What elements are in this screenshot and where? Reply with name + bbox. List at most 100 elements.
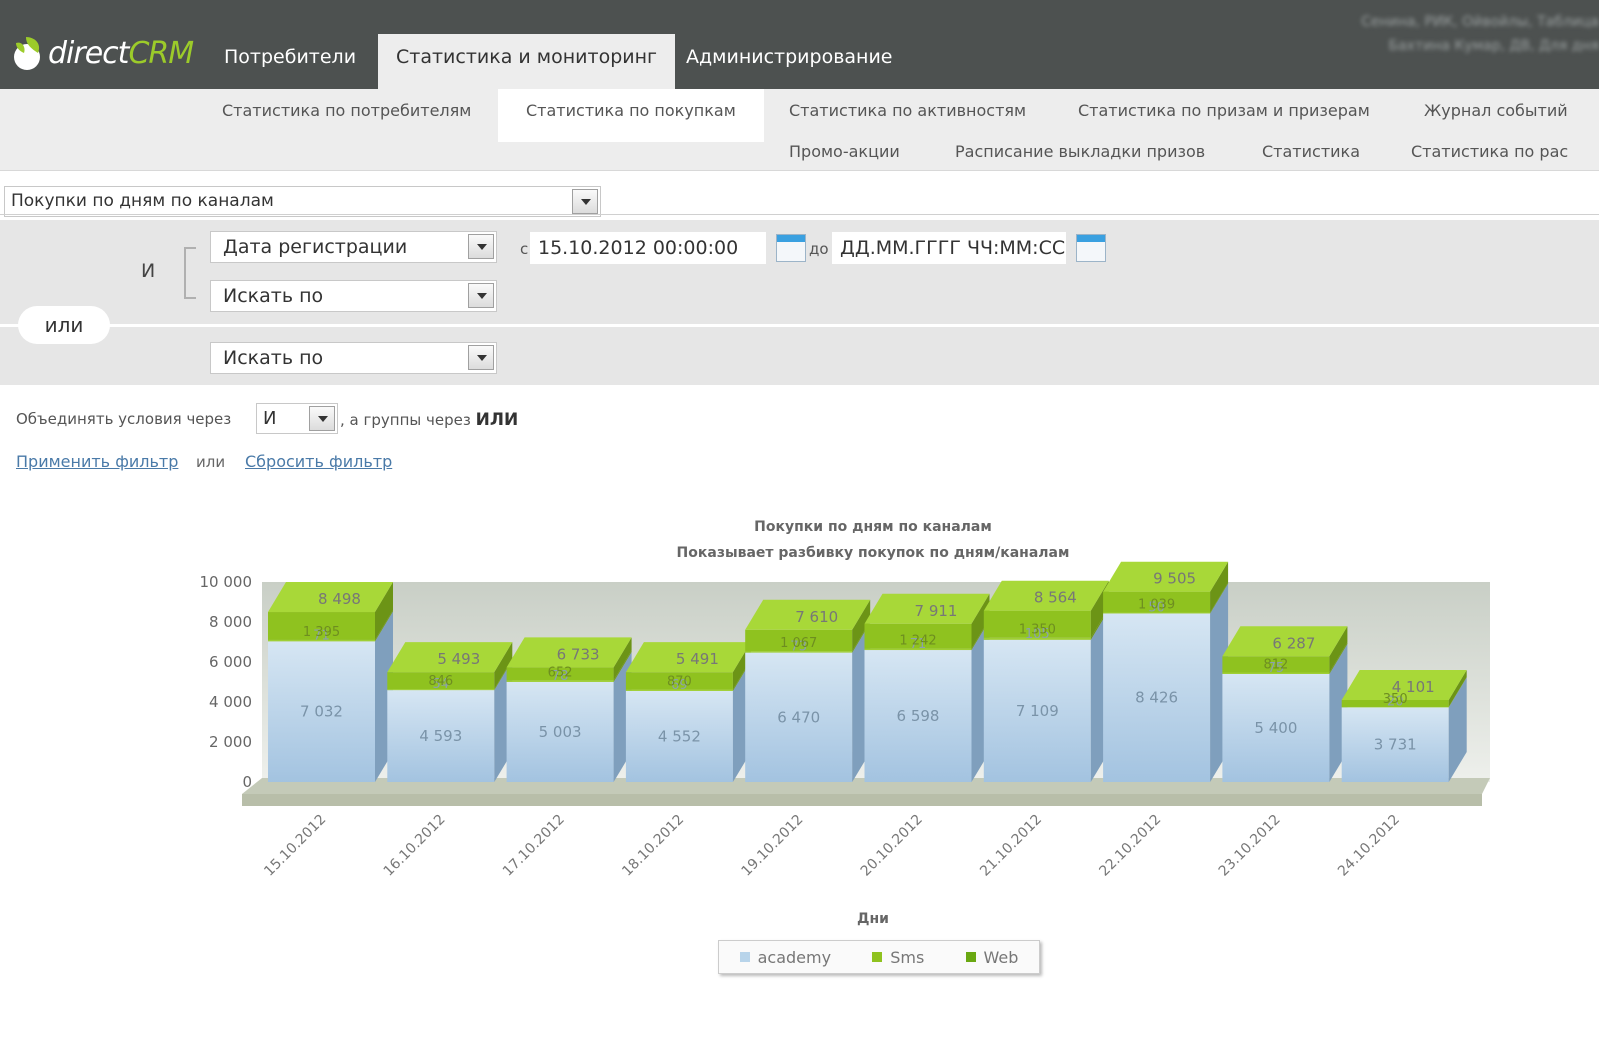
data-label-academy: 8 426 bbox=[1135, 689, 1178, 707]
or-label: или bbox=[18, 306, 110, 344]
legend-label-web: Web bbox=[983, 947, 1019, 967]
tab-consumers[interactable]: Потребители bbox=[206, 34, 374, 89]
report-select[interactable]: Покупки по дням по каналам bbox=[4, 186, 601, 217]
date-to-input[interactable]: ДД.ММ.ГГГГ ЧЧ:ММ:СС bbox=[832, 232, 1066, 264]
chart-legend: academy Sms Web bbox=[718, 940, 1040, 974]
data-label-web: 1 242 bbox=[899, 634, 936, 649]
subtab-promo[interactable]: Промо-акции bbox=[789, 142, 900, 161]
data-label-web: 1 067 bbox=[780, 636, 817, 651]
data-label-academy: 4 593 bbox=[419, 727, 462, 745]
subtab-event-log[interactable]: Журнал событий bbox=[1424, 101, 1568, 120]
data-label-academy: 7 032 bbox=[300, 703, 343, 721]
filter-field-1-value: Дата регистрации bbox=[223, 236, 408, 258]
subtab-distribution-stats[interactable]: Статистика по рас bbox=[1411, 142, 1568, 161]
date-to-label: до bbox=[809, 240, 829, 258]
x-tick-label: 18.10.2012 bbox=[619, 812, 687, 880]
x-tick-label: 19.10.2012 bbox=[739, 812, 807, 880]
x-tick-label: 20.10.2012 bbox=[858, 812, 926, 880]
chevron-down-icon[interactable] bbox=[468, 234, 494, 259]
top-bar: directCRM Потребители Статистика и монит… bbox=[0, 0, 1599, 89]
filter-group-divider bbox=[0, 324, 1599, 327]
tab-statistics-monitoring[interactable]: Статистика и мониторинг bbox=[378, 34, 676, 89]
and-label: И bbox=[141, 260, 156, 282]
x-tick-label: 22.10.2012 bbox=[1096, 812, 1164, 880]
user-info: Сенина, РИК, Ойвойлы, Таблица Бахтина Ку… bbox=[1329, 10, 1599, 58]
total-label: 8 564 bbox=[1034, 589, 1077, 607]
data-label-web: 870 bbox=[667, 675, 692, 690]
y-tick-label: 0 bbox=[242, 773, 252, 791]
y-tick-label: 6 000 bbox=[209, 653, 252, 671]
x-tick-label: 15.10.2012 bbox=[261, 812, 329, 880]
x-tick-label: 23.10.2012 bbox=[1216, 812, 1284, 880]
chevron-down-icon[interactable] bbox=[468, 283, 494, 308]
divider bbox=[0, 214, 1599, 215]
data-label-web: 1 350 bbox=[1019, 623, 1056, 638]
date-from-label: с bbox=[520, 240, 529, 258]
sub-navigation: Статистика по потребителям Статистика по… bbox=[0, 89, 1599, 171]
data-label-academy: 4 552 bbox=[658, 727, 701, 745]
total-label: 9 505 bbox=[1153, 570, 1196, 588]
subtab-prize-stats[interactable]: Статистика по призам и призерам bbox=[1078, 101, 1370, 120]
data-label-web: 846 bbox=[428, 674, 453, 689]
subtab-purchase-stats[interactable]: Статистика по покупкам bbox=[498, 89, 764, 142]
data-label-academy: 6 470 bbox=[777, 708, 820, 726]
total-label: 5 493 bbox=[437, 650, 480, 668]
filter-field-select-2[interactable]: Искать по bbox=[210, 280, 497, 312]
x-axis-label: Дни bbox=[857, 911, 889, 927]
calendar-icon[interactable] bbox=[1076, 234, 1106, 262]
apply-filter-link[interactable]: Применить фильтр bbox=[16, 452, 178, 471]
logo[interactable]: directCRM bbox=[12, 30, 194, 76]
combine-prefix: Объединять условия через bbox=[16, 410, 232, 428]
combine-operator-value: И bbox=[263, 408, 277, 429]
report-select-value: Покупки по дням по каналам bbox=[11, 191, 274, 211]
data-label-web: 1 039 bbox=[1138, 597, 1175, 612]
combine-middle: , а группы через ИЛИ bbox=[340, 410, 518, 430]
x-tick-label: 24.10.2012 bbox=[1335, 812, 1403, 880]
total-label: 6 733 bbox=[557, 645, 600, 663]
total-label: 5 491 bbox=[676, 650, 719, 668]
user-info-line1: Сенина, РИК, Ойвойлы, Таблица bbox=[1361, 14, 1599, 30]
y-tick-label: 4 000 bbox=[209, 693, 252, 711]
subtab-consumer-stats[interactable]: Статистика по потребителям bbox=[222, 101, 471, 120]
reset-filter-link[interactable]: Сбросить фильтр bbox=[245, 452, 392, 471]
chart-subtitle: Показывает разбивку покупок по дням/кана… bbox=[677, 545, 1070, 561]
legend-label-academy: academy bbox=[757, 947, 832, 967]
legend-swatch-web bbox=[965, 952, 976, 962]
total-label: 6 287 bbox=[1272, 634, 1315, 652]
total-label: 7 911 bbox=[915, 602, 958, 620]
chevron-down-icon[interactable] bbox=[572, 189, 598, 214]
subtab-prize-schedule[interactable]: Расписание выкладки призов bbox=[955, 142, 1205, 161]
legend-item-web[interactable]: Web bbox=[965, 947, 1019, 967]
data-label-web: 812 bbox=[1263, 658, 1288, 673]
group-bracket bbox=[184, 247, 196, 299]
chevron-down-icon[interactable] bbox=[309, 406, 335, 431]
data-label-web: 1 395 bbox=[303, 625, 340, 640]
filter-field-select-3[interactable]: Искать по bbox=[210, 342, 497, 374]
actions-or-text: или bbox=[196, 453, 226, 471]
total-label: 4 101 bbox=[1392, 678, 1435, 696]
leaf-icon bbox=[14, 37, 40, 70]
tab-administration[interactable]: Администрирование bbox=[668, 34, 911, 89]
calendar-icon[interactable] bbox=[776, 234, 806, 262]
chevron-down-icon[interactable] bbox=[468, 345, 494, 370]
logo-text: directCRM bbox=[48, 35, 194, 71]
filter-field-select-1[interactable]: Дата регистрации bbox=[210, 231, 497, 263]
date-from-input[interactable]: 15.10.2012 00:00:00 bbox=[530, 232, 766, 264]
x-tick-label: 21.10.2012 bbox=[977, 812, 1045, 880]
total-label: 8 498 bbox=[318, 590, 361, 608]
combine-operator-select[interactable]: И bbox=[256, 403, 338, 434]
subtab-statistics[interactable]: Статистика bbox=[1262, 142, 1360, 161]
data-label-academy: 5 003 bbox=[539, 723, 582, 741]
legend-item-academy[interactable]: academy bbox=[739, 947, 832, 967]
legend-item-sms[interactable]: Sms bbox=[872, 948, 924, 967]
filter-field-2-value: Искать по bbox=[223, 285, 324, 307]
data-label-academy: 6 598 bbox=[897, 707, 940, 725]
data-label-web: 652 bbox=[548, 665, 573, 680]
x-tick-label: 16.10.2012 bbox=[381, 812, 449, 880]
filter-field-3-value: Искать по bbox=[223, 347, 324, 369]
data-label-academy: 3 731 bbox=[1374, 736, 1417, 754]
legend-label-sms: Sms bbox=[890, 947, 925, 967]
subtab-activity-stats[interactable]: Статистика по активностям bbox=[789, 101, 1026, 120]
x-tick-label: 17.10.2012 bbox=[500, 812, 568, 880]
combine-middle-text: , а группы через bbox=[340, 411, 471, 429]
